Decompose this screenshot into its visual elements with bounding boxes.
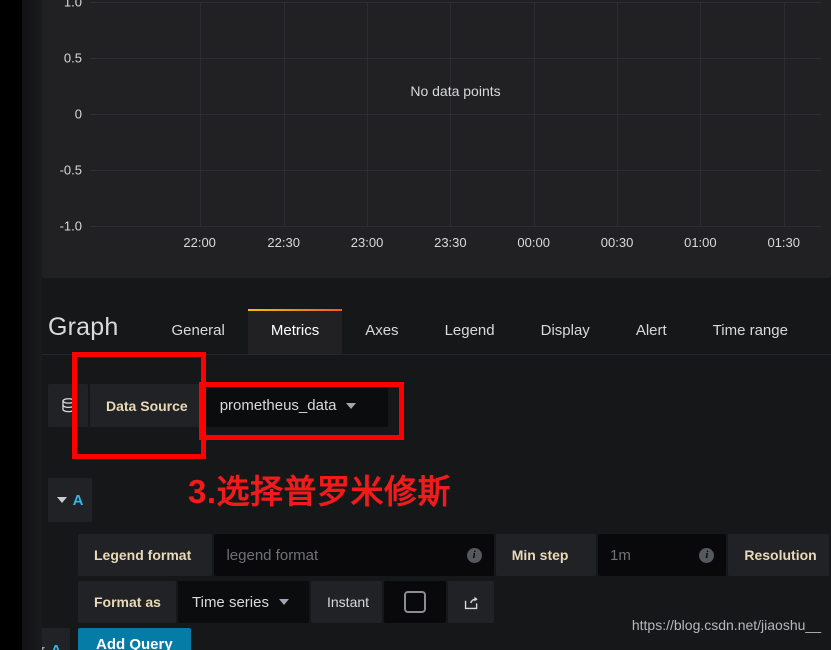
- x-axis-tick: 23:30: [434, 235, 467, 250]
- y-axis-tick: 1.0: [63, 0, 82, 10]
- gridline-vertical: [533, 2, 535, 226]
- y-axis-tick: 0: [74, 106, 82, 122]
- legend-format-label: Legend format: [78, 534, 213, 576]
- gridline-vertical: [783, 2, 785, 226]
- add-query-button[interactable]: Add Query: [78, 628, 191, 650]
- gridline-vertical: [199, 2, 201, 226]
- y-axis-tick: -1.0: [59, 218, 82, 234]
- tab-display[interactable]: Display: [518, 309, 613, 354]
- x-axis-tick: 01:30: [767, 235, 800, 250]
- x-axis-tick: 23:00: [350, 235, 384, 250]
- grafana-panel-editor-screen: 1.0 0.5 0 -0.5 -1.0 22:00 22:30 23:00 23…: [0, 0, 831, 650]
- query-letter-secondary: A: [50, 641, 62, 650]
- instant-label: Instant: [311, 581, 382, 623]
- format-as-label: Format as: [78, 581, 176, 623]
- y-axis-tick: -0.5: [59, 162, 82, 178]
- graph-plot-area[interactable]: 1.0 0.5 0 -0.5 -1.0 22:00 22:30 23:00 23…: [60, 0, 821, 250]
- graph-panel[interactable]: 1.0 0.5 0 -0.5 -1.0 22:00 22:30 23:00 23…: [42, 0, 831, 278]
- left-nav-shadow: [22, 0, 42, 650]
- gridline-vertical: [367, 2, 369, 226]
- tab-metrics[interactable]: Metrics: [247, 309, 343, 354]
- annotation-step-text: 3.选择普罗米修斯: [188, 473, 452, 510]
- y-axis-tick: 0.5: [63, 50, 82, 66]
- min-step-input[interactable]: 1m i: [598, 534, 727, 576]
- datasource-select-value: prometheus_data: [219, 397, 337, 414]
- tab-general[interactable]: General: [148, 309, 247, 354]
- x-axis-tick: 01:00: [684, 235, 717, 250]
- query-options-row-1: Legend format legend format i Min step 1…: [78, 534, 831, 576]
- gridline-vertical: [450, 2, 452, 226]
- gridline-vertical: [700, 2, 702, 226]
- tab-legend[interactable]: Legend: [422, 309, 518, 354]
- tab-time-range[interactable]: Time range: [690, 309, 811, 354]
- left-nav-rail[interactable]: [0, 0, 22, 650]
- query-row-a-header[interactable]: A: [48, 478, 92, 522]
- chevron-down-icon: [278, 599, 289, 605]
- min-step-label: Min step: [495, 534, 596, 576]
- tab-alert[interactable]: Alert: [613, 309, 690, 354]
- gridline-horizontal: [90, 226, 821, 227]
- x-axis-tick: 22:00: [183, 235, 216, 250]
- database-icon: [48, 384, 88, 427]
- legend-format-placeholder: legend format: [226, 546, 319, 564]
- tab-axes[interactable]: Axes: [342, 309, 421, 354]
- gridline-vertical: [283, 2, 285, 226]
- info-icon[interactable]: i: [466, 547, 482, 563]
- no-data-message: No data points: [410, 82, 501, 99]
- checkbox-icon[interactable]: [404, 591, 426, 613]
- chevron-down-icon: [346, 402, 357, 409]
- min-step-placeholder: 1m: [610, 546, 631, 564]
- gridline-vertical: [617, 2, 619, 226]
- chevron-down-icon[interactable]: [56, 497, 67, 503]
- legend-format-input[interactable]: legend format i: [214, 534, 494, 576]
- instant-checkbox[interactable]: [384, 581, 446, 623]
- x-axis-tick: 00:30: [600, 235, 634, 250]
- datasource-row: Data Source prometheus_data: [48, 384, 831, 427]
- info-icon[interactable]: i: [699, 547, 715, 563]
- editor-tab-bar: Graph General Metrics Axes Legend Displa…: [22, 302, 831, 355]
- share-query-button[interactable]: [448, 581, 494, 623]
- resolution-label: Resolution: [728, 534, 829, 576]
- datasource-label: Data Source: [90, 384, 204, 427]
- watermark-url: https://blog.csdn.net/jiaoshu__: [631, 617, 821, 633]
- format-as-value: Time series: [192, 593, 269, 611]
- format-as-select[interactable]: Time series: [178, 581, 309, 623]
- datasource-select[interactable]: prometheus_data: [205, 384, 388, 427]
- x-axis-tick: 00:00: [517, 235, 550, 250]
- query-letter-a: A: [72, 491, 84, 509]
- x-axis-tick: 22:30: [267, 235, 300, 250]
